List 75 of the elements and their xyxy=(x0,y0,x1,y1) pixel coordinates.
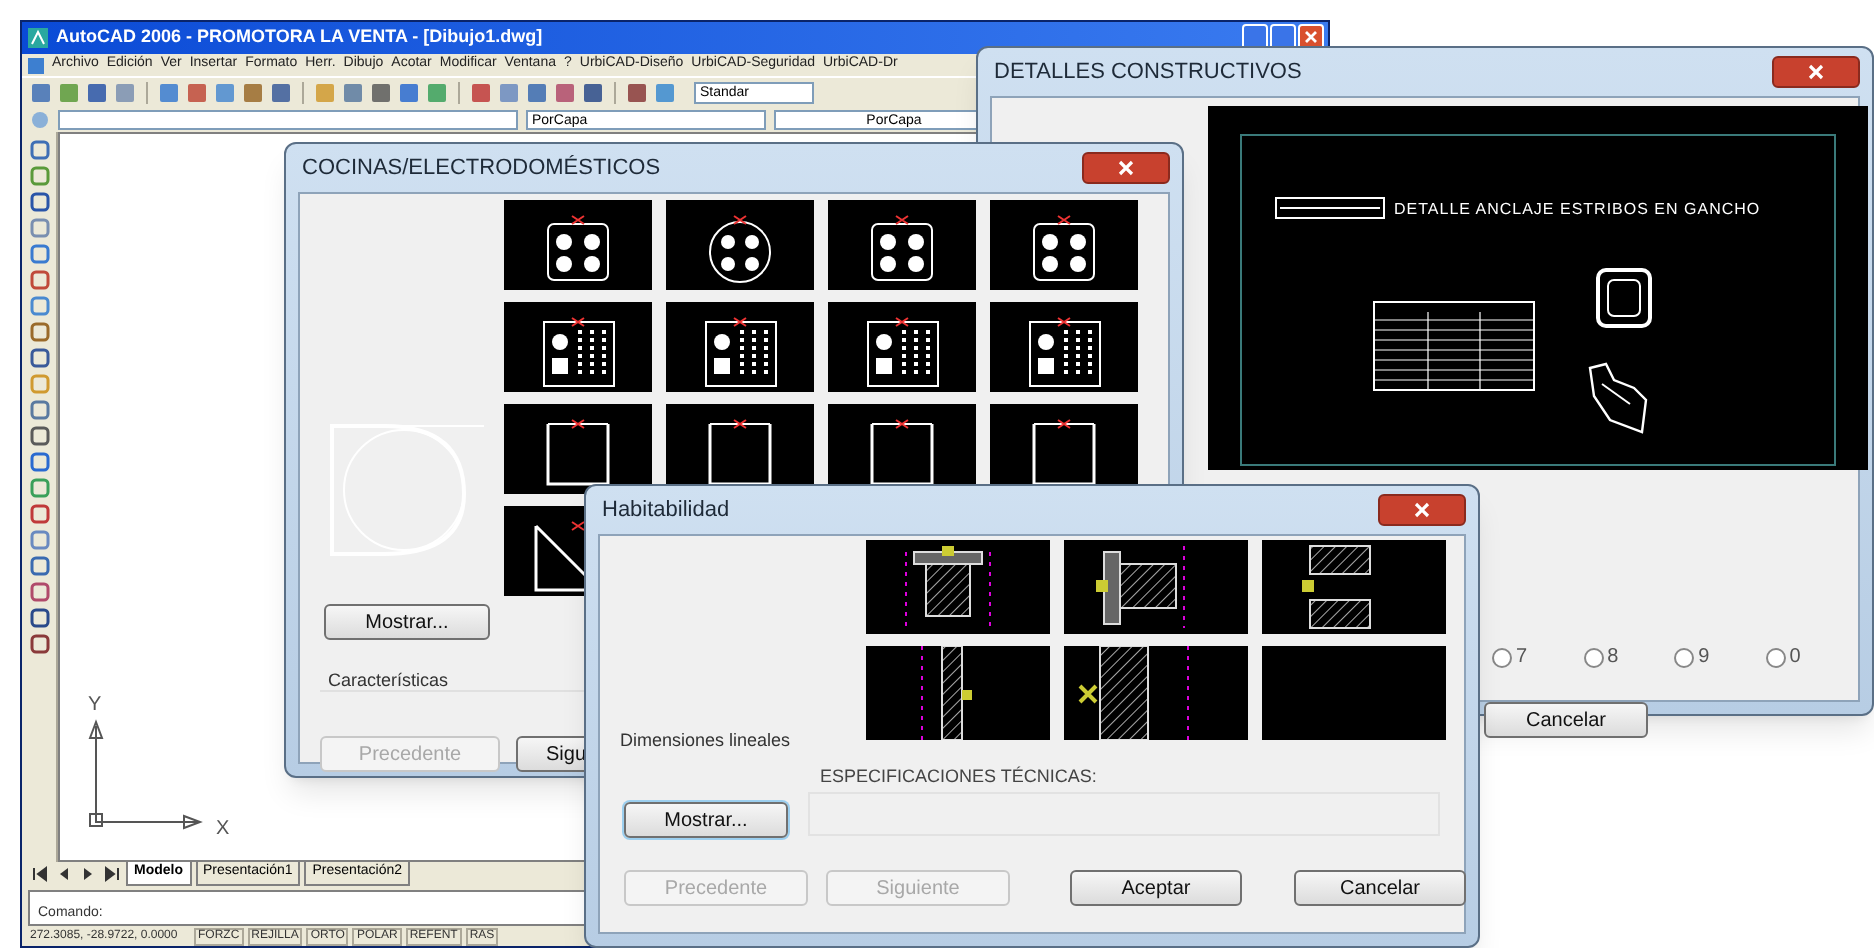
layer-dropdown[interactable] xyxy=(58,109,518,129)
dialog-button[interactable]: Cancelar xyxy=(1484,702,1648,738)
thumbnail[interactable] xyxy=(1064,646,1248,740)
toolbar-icon xyxy=(158,81,180,103)
toolbar-icon xyxy=(426,81,448,103)
toolbar-icon xyxy=(114,81,136,103)
thumbnail[interactable] xyxy=(504,404,652,494)
dialog-button[interactable]: Aceptar xyxy=(1070,870,1242,906)
hook-detail-drawing xyxy=(1586,360,1650,436)
toolbar-icon xyxy=(214,81,236,103)
layer-icon xyxy=(30,109,50,129)
close-icon xyxy=(1414,502,1430,518)
thumbnail[interactable] xyxy=(1262,540,1446,634)
toolbar-icon xyxy=(30,81,52,103)
toolbar-icon xyxy=(582,81,604,103)
toolbar-icon xyxy=(242,81,264,103)
toolbar-icon xyxy=(498,81,520,103)
document-icon xyxy=(28,57,44,73)
toolbar-icon xyxy=(58,81,80,103)
close-button[interactable] xyxy=(1772,56,1860,88)
stirrup-drawing xyxy=(1594,266,1654,330)
toolbar-icon xyxy=(270,81,292,103)
thumbnail[interactable] xyxy=(666,200,814,290)
toolbar-icon xyxy=(314,81,336,103)
toolbar-icon xyxy=(186,81,208,103)
dialog-button[interactable]: Mostrar... xyxy=(324,604,490,640)
radio-option[interactable]: 8 xyxy=(1583,642,1619,672)
thumbnail[interactable] xyxy=(990,302,1138,392)
radio-option[interactable]: 7 xyxy=(1492,642,1528,672)
thumbnail[interactable] xyxy=(828,200,976,290)
toolbar-icon xyxy=(626,81,648,103)
close-icon xyxy=(1808,64,1824,80)
thumbnail[interactable] xyxy=(1262,646,1446,740)
thumbnail[interactable] xyxy=(504,200,652,290)
thumbnail[interactable] xyxy=(866,646,1050,740)
toolbar-icon xyxy=(370,81,392,103)
thumbnail[interactable] xyxy=(1064,540,1248,634)
dialog-button[interactable]: Mostrar... xyxy=(624,802,788,838)
close-icon xyxy=(1118,160,1134,176)
close-button[interactable] xyxy=(1082,152,1170,184)
radio-button[interactable] xyxy=(1765,647,1786,667)
toolbar-icon xyxy=(86,81,108,103)
window-title: DETALLES CONSTRUCTIVOS xyxy=(994,57,1302,88)
toolbar-icon xyxy=(398,81,420,103)
first-tab-icon xyxy=(30,866,50,882)
radio-option[interactable]: 9 xyxy=(1674,642,1710,672)
radio-button[interactable] xyxy=(1674,647,1695,667)
axis-label: Y xyxy=(88,692,102,720)
section-label: ESPECIFICACIONES TÉCNICAS: xyxy=(820,764,1097,790)
toolbar-icon xyxy=(470,81,492,103)
section-label: Características xyxy=(328,668,449,694)
radio-button[interactable] xyxy=(1492,647,1512,667)
window-title: COCINAS/ELECTRODOMÉSTICOS xyxy=(302,153,661,184)
radio-option[interactable]: 0 xyxy=(1765,642,1801,672)
toolbar-icon xyxy=(526,81,548,103)
toolbar-icon xyxy=(342,81,364,103)
thumbnail[interactable] xyxy=(990,200,1138,290)
dialog-button[interactable]: Cancelar xyxy=(1294,870,1466,906)
toolbar-icon xyxy=(554,81,576,103)
radio-button[interactable] xyxy=(1583,647,1604,667)
close-icon xyxy=(1304,30,1318,44)
toolbar-icon xyxy=(654,81,676,103)
window-title: AutoCAD 2006 - PROMOTORA LA VENTA - [Dibujo1.dwg] xyxy=(56,24,543,51)
drawing-caption: DETALLE ANCLAJE ESTRIBOS EN GANCHO xyxy=(1394,198,1761,222)
close-button[interactable] xyxy=(1378,494,1466,526)
title-block-drawing xyxy=(1274,196,1386,220)
thumbnail[interactable] xyxy=(504,302,652,392)
thumbnail[interactable] xyxy=(666,302,814,392)
caption: Dimensiones lineales xyxy=(620,728,791,754)
last-tab-icon xyxy=(102,866,122,882)
app-icon xyxy=(28,28,48,48)
axis-label: X xyxy=(216,816,230,844)
thumbnail[interactable] xyxy=(866,540,1050,634)
window-title: Habitabilidad xyxy=(602,495,730,526)
thumbnail[interactable] xyxy=(828,302,976,392)
